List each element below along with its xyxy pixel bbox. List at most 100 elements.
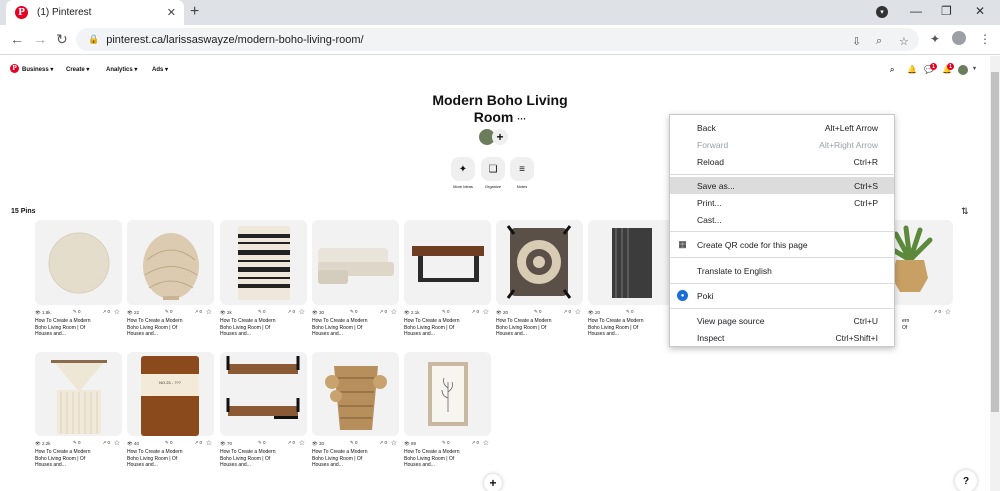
forward-icon[interactable]: → [33, 31, 47, 47]
filter-icon[interactable]: ⇅ [961, 206, 969, 217]
share-icon[interactable]: ↗ 0 [379, 309, 387, 315]
menu-item-reload[interactable]: Reload Ctrl+R [670, 153, 894, 170]
add-pin-button[interactable]: + [484, 474, 502, 491]
star-icon[interactable]: ☆ [483, 308, 489, 316]
star-icon[interactable]: ☆ [391, 308, 397, 316]
nav-analytics[interactable]: Analytics ▾ [106, 66, 137, 73]
star-icon[interactable]: ☆ [114, 439, 120, 447]
board-title: Modern Boho Living Room ··· [420, 92, 580, 128]
pin-rug-round[interactable]: 👁 1.8k ✎ 0 ↗ 0 ☆ How To Create a Modern Boho… [35, 220, 122, 338]
more-ideas-button[interactable]: ✦ [451, 157, 475, 181]
close-window-icon[interactable]: ✕ [975, 4, 985, 18]
new-tab-icon[interactable]: + [190, 3, 199, 21]
share-icon[interactable]: ↗ 0 [194, 440, 202, 446]
menu-item-print[interactable]: Print... Ctrl+P [670, 194, 894, 211]
bookmark-star-icon[interactable]: ☆ [899, 35, 909, 48]
search-icon[interactable]: ⌕ [890, 65, 894, 75]
help-button[interactable]: ? [955, 470, 977, 491]
pin-image[interactable] [35, 352, 122, 436]
restore-icon[interactable]: ❐ [941, 4, 952, 18]
install-icon[interactable]: ⇩ [852, 35, 861, 48]
share-icon[interactable]: ↗ 0 [379, 440, 387, 446]
menu-item-forward[interactable]: Forward Alt+Right Arrow [670, 136, 894, 153]
menu-item-qr-code[interactable]: ▦ Create QR code for this page [670, 236, 894, 253]
star-icon[interactable]: ☆ [575, 308, 581, 316]
menu-item-inspect[interactable]: Inspect Ctrl+Shift+I [670, 329, 894, 346]
chrome-menu-icon[interactable]: ⋮ [979, 32, 991, 46]
pin-image[interactable] [312, 352, 399, 436]
minimize-icon[interactable]: — [910, 4, 922, 18]
tab-search-icon[interactable]: ▾ [876, 6, 888, 18]
extensions-icon[interactable]: ✦ [930, 32, 940, 46]
pin-image[interactable] [220, 220, 307, 305]
tab-close-icon[interactable]: ✕ [167, 6, 176, 19]
zoom-icon[interactable]: ⌕ [876, 35, 882, 48]
nav-create[interactable]: Create ▾ [66, 66, 89, 73]
pin-count: 15 Pins [11, 208, 36, 215]
account-chevron-icon[interactable]: ▾ [973, 65, 976, 72]
profile-avatar[interactable] [952, 31, 966, 45]
add-collaborator-button[interactable]: + [492, 129, 508, 145]
pin-image[interactable] [35, 220, 122, 305]
star-icon[interactable]: ☆ [206, 308, 212, 316]
star-icon[interactable]: ☆ [299, 439, 305, 447]
reload-icon[interactable]: ↻ [56, 31, 68, 48]
pin-image[interactable] [496, 220, 583, 305]
share-icon[interactable]: ↗ 0 [194, 309, 202, 315]
pin-floating-shelves[interactable]: 👁 70 ✎ 0 ↗ 0 ☆ How To Create a Modern Boho L… [220, 352, 307, 469]
notes-button[interactable]: ≡ [510, 157, 534, 181]
blanket-image [612, 228, 652, 298]
user-avatar[interactable] [958, 65, 968, 75]
scrollbar-thumb[interactable] [991, 72, 999, 412]
browser-tab[interactable]: P (1) Pinterest ✕ [6, 0, 184, 25]
menu-item-poki[interactable]: ● Poki [670, 287, 894, 304]
menu-item-cast[interactable]: Cast... [670, 211, 894, 228]
menu-item-back[interactable]: Back Alt+Left Arrow [670, 119, 894, 136]
pin-description: How To Create a Modern Boho Living Room |… [127, 318, 183, 337]
star-icon[interactable]: ☆ [483, 439, 489, 447]
menu-item-save-as[interactable]: Save as... Ctrl+S [670, 177, 894, 194]
board-more-icon[interactable]: ··· [517, 114, 526, 124]
pin-image[interactable] [127, 220, 214, 305]
star-icon[interactable]: ☆ [114, 308, 120, 316]
share-icon[interactable]: ↗ 0 [102, 309, 110, 315]
share-icon[interactable]: ↗ 0 [102, 440, 110, 446]
pillow-image [506, 225, 572, 299]
pin-macrame[interactable]: 👁 2.2k ✎ 0 ↗ 0 ☆ How To Create a Modern Boho… [35, 352, 122, 469]
pin-sectional-sofa[interactable]: 👁 30 ✎ 0 ↗ 0 ☆ How To Create a Modern Boho L… [312, 220, 399, 338]
pin-image[interactable] [312, 220, 399, 305]
pin-basket[interactable]: 👁 30 ✎ 0 ↗ 0 ☆ How To Create a Modern Boho L… [312, 352, 399, 469]
menu-item-translate[interactable]: Translate to English [670, 262, 894, 279]
pin-coffee-table[interactable]: 👁 2.1k ✎ 0 ↗ 0 ☆ How To Create a Modern Boho… [404, 220, 491, 338]
pin-image[interactable] [404, 352, 491, 436]
star-icon[interactable]: ☆ [206, 439, 212, 447]
share-icon[interactable]: ↗ 0 [933, 309, 941, 315]
share-icon[interactable]: ↗ 0 [471, 440, 479, 446]
organize-button[interactable]: ❏ [481, 157, 505, 181]
pin-image[interactable] [220, 352, 307, 436]
pin-striped-rug[interactable]: 👁 2k ✎ 0 ↗ 0 ☆ How To Create a Modern Boho L… [220, 220, 307, 338]
share-icon[interactable]: ↗ 0 [287, 440, 295, 446]
share-icon[interactable]: ↗ 0 [471, 309, 479, 315]
nav-ads[interactable]: Ads ▾ [152, 66, 168, 73]
nav-business[interactable]: Business ▾ [22, 66, 53, 73]
back-icon[interactable]: ← [10, 31, 24, 47]
pin-framed-art[interactable]: 👁 89 ✎ 0 ↗ 0 ☆ How To Create a Modern Boho L… [404, 352, 491, 469]
share-icon[interactable]: ↗ 0 [287, 309, 295, 315]
pinterest-favicon-icon: P [15, 6, 28, 19]
pinterest-logo-icon[interactable]: P [10, 64, 19, 73]
star-icon[interactable]: ☆ [945, 308, 951, 316]
address-bar[interactable]: 🔒 pinterest.ca/larissaswayze/modern-boho… [76, 28, 919, 51]
pin-image[interactable] [588, 220, 675, 305]
pin-candle[interactable]: NO.23 - ??? 👁 40 ✎ 0 ↗ 0 ☆ How To Create a … [127, 352, 214, 469]
pin-throw-pillow[interactable]: 👁 20 ✎ 0 ↗ 0 ☆ How To Create a Modern Boho L… [496, 220, 583, 338]
menu-item-view-source[interactable]: View page source Ctrl+U [670, 312, 894, 329]
pin-rattan-pendant[interactable]: 👁 22 ✎ 0 ↗ 0 ☆ How To Create a Modern Boho L… [127, 220, 214, 338]
pin-image[interactable]: NO.23 - ??? [127, 352, 214, 436]
pin-throw-blanket[interactable]: 👁 20 ✎ 0 How To Create a Modern Boho Livin… [588, 220, 675, 338]
share-icon[interactable]: ↗ 0 [563, 309, 571, 315]
star-icon[interactable]: ☆ [391, 439, 397, 447]
star-icon[interactable]: ☆ [299, 308, 305, 316]
pin-image[interactable] [404, 220, 491, 305]
notifications-icon[interactable]: 🔔 [907, 65, 917, 74]
